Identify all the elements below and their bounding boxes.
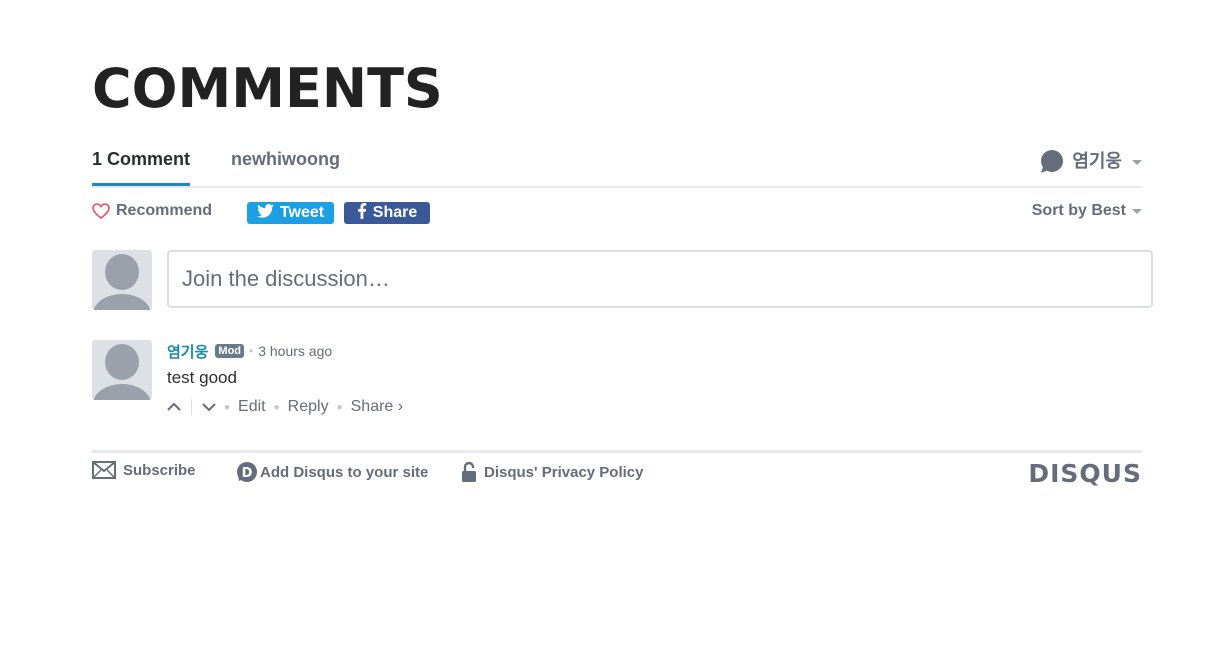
tab-forum[interactable]: newhiwoong [231,146,340,184]
share-link[interactable]: Share › [351,398,403,416]
page-title: COMMENTS [92,57,443,120]
facebook-f-icon [357,202,367,224]
lock-icon [461,461,477,483]
bullet-separator: ● [273,401,280,413]
bullet-separator: ● [224,401,231,413]
subscribe-label: Subscribe [123,461,196,479]
chevron-down-icon[interactable] [202,400,216,414]
add-disqus-label: Add Disqus to your site [260,463,429,481]
thread-nav: 1 Comment newhiwoong 염기웅 [92,138,1142,188]
disqus-d-icon: D [236,461,258,483]
comment-header: 염기웅 Mod • 3 hours ago [167,341,332,361]
recommend-button[interactable]: Recommend [92,202,212,220]
chevron-down-icon [1132,208,1142,214]
reply-link[interactable]: Reply [288,398,329,416]
vote-divider [191,399,192,415]
recommend-label: Recommend [116,202,213,219]
sort-label: Sort by Best [1031,202,1126,219]
heart-icon [92,203,110,219]
sort-dropdown[interactable]: Sort by Best [1032,202,1142,220]
disqus-logo[interactable]: DISQUS [1028,459,1142,488]
edit-link[interactable]: Edit [238,398,266,416]
tweet-label: Tweet [279,204,325,221]
chevron-down-icon [1132,159,1142,165]
speech-bubble-icon [1040,150,1064,174]
thread-footer: Subscribe D Add Disqus to your site Disq… [92,450,1142,493]
avatar [92,250,152,310]
add-disqus-link[interactable]: D Add Disqus to your site [236,461,428,483]
privacy-label: Disqus' Privacy Policy [484,463,644,481]
privacy-policy-link[interactable]: Disqus' Privacy Policy [461,461,643,483]
subscribe-link[interactable]: Subscribe [92,461,196,479]
user-menu[interactable]: 염기웅 [1040,146,1142,174]
user-name: 염기웅 [1072,151,1122,172]
comment-input[interactable] [167,250,1153,308]
bullet-separator: • [249,344,254,358]
comment-body: test good [167,368,237,387]
thread-actions: Recommend Tweet Share Sort by Best [92,200,1142,226]
bullet-separator: ● [336,401,343,413]
chevron-up-icon[interactable] [167,400,181,414]
comment-timestamp[interactable]: 3 hours ago [258,343,332,359]
tweet-button[interactable]: Tweet [247,202,334,224]
comment-author[interactable]: 염기웅 [167,341,208,362]
envelope-icon [92,461,116,479]
facebook-share-button[interactable]: Share [344,202,430,224]
avatar-body [93,384,151,400]
svg-text:D: D [242,466,253,481]
twitter-bird-icon [257,203,274,223]
avatar-head [105,254,139,290]
avatar-head [105,344,139,380]
tab-comments[interactable]: 1 Comment [92,146,191,186]
comment-footer: ● Edit ● Reply ● Share › [167,396,403,418]
avatar[interactable] [92,340,152,400]
avatar-body [93,294,151,310]
share-label: Share [372,204,418,221]
mod-badge: Mod [215,344,245,358]
